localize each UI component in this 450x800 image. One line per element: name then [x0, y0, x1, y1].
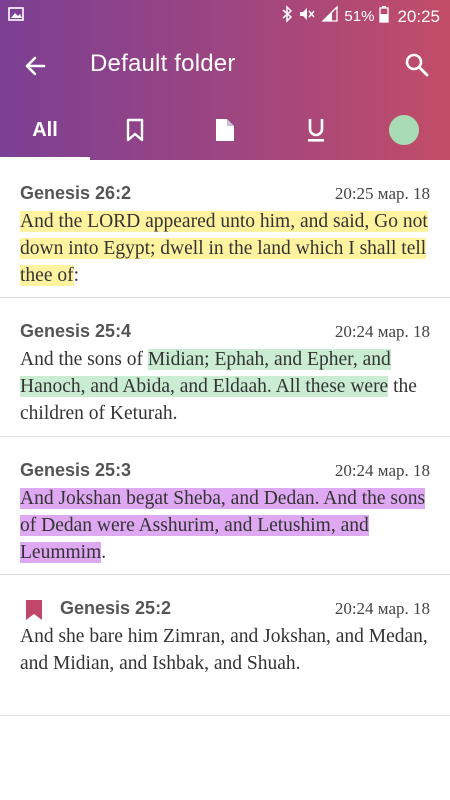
- bookmark-icon: [24, 599, 44, 621]
- status-time: 20:25: [397, 6, 440, 26]
- list-item[interactable]: Genesis 26:2 20:25 мар. 18 And the LORD …: [0, 160, 450, 298]
- tab-all-label: All: [32, 118, 58, 141]
- highlights-list: Genesis 26:2 20:25 мар. 18 And the LORD …: [0, 160, 450, 716]
- arrow-left-icon: [25, 56, 46, 76]
- image-icon: [8, 6, 24, 27]
- verse-highlight: And the LORD appeared unto him, and said…: [20, 211, 428, 286]
- verse-text: And the sons of Midian; Ephah, and Epher…: [20, 346, 436, 427]
- bookmark-icon: [126, 118, 144, 142]
- list-item[interactable]: Genesis 25:4 20:24 мар. 18 And the sons …: [0, 298, 450, 437]
- bluetooth-icon: [281, 5, 293, 28]
- verse-text-before: And the sons of: [20, 349, 148, 370]
- battery-icon: [379, 5, 390, 28]
- verse-reference: Genesis 25:3: [20, 460, 132, 480]
- item-date: 20:25 мар. 18: [334, 184, 430, 203]
- note-icon: [216, 119, 234, 141]
- tab-notes[interactable]: [202, 100, 248, 160]
- filter-tabs: All: [0, 100, 450, 160]
- verse-reference: Genesis 26:2: [20, 183, 132, 203]
- back-button[interactable]: [20, 51, 50, 81]
- tab-all[interactable]: All: [0, 100, 90, 160]
- tab-bookmarks[interactable]: [112, 100, 158, 160]
- verse-reference: Genesis 25:4: [20, 321, 132, 341]
- verse-reference: Genesis 25:2: [60, 598, 172, 618]
- search-icon: [405, 53, 429, 77]
- verse-text-after: .: [101, 542, 107, 563]
- status-icons: 51% 20:25: [281, 5, 440, 28]
- verse-text: And Jokshan begat Sheba, and Dedan. And …: [20, 485, 436, 566]
- list-item[interactable]: Genesis 25:3 20:24 мар. 18 And Jokshan b…: [0, 437, 450, 575]
- tab-underlines[interactable]: [293, 100, 339, 160]
- tab-color-filter[interactable]: [381, 100, 427, 160]
- search-button[interactable]: [402, 50, 432, 80]
- verse-text: And she bare him Zimran, and Jokshan, an…: [20, 626, 428, 674]
- signal-icon: [321, 5, 339, 28]
- item-date: 20:24 мар. 18: [334, 599, 430, 618]
- color-filter-dot: [389, 115, 419, 145]
- underline-icon: [308, 119, 324, 142]
- item-date: 20:24 мар. 18: [334, 461, 430, 480]
- mute-icon: [298, 5, 316, 28]
- item-date: 20:24 мар. 18: [334, 322, 430, 341]
- verse-text-after: :: [73, 265, 80, 286]
- battery-percent: 51%: [344, 8, 375, 25]
- verse-text: And the LORD appeared unto him, and said…: [20, 208, 436, 289]
- list-item[interactable]: Genesis 25:2 20:24 мар. 18 And she bare …: [0, 575, 450, 716]
- status-bar: 51% 20:25: [0, 0, 450, 30]
- app-bar: Default folder: [0, 30, 450, 100]
- page-title: Default folder: [90, 50, 236, 77]
- verse-highlight: And Jokshan begat Sheba, and Dedan. And …: [20, 488, 426, 563]
- header-bar: 51% 20:25 Default folder All: [0, 0, 450, 160]
